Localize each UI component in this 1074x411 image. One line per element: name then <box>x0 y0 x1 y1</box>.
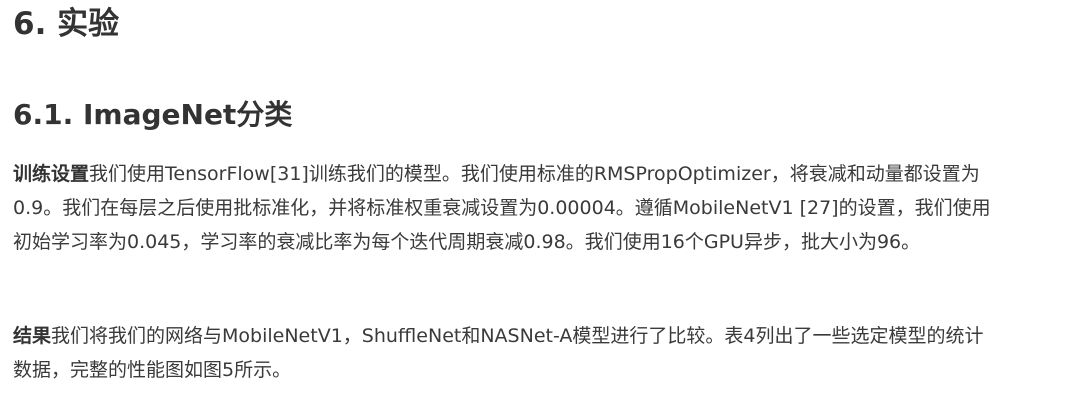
subsection-title: 6.1. ImageNet分类 <box>13 98 293 131</box>
results-paragraph: 结果我们将我们的网络与MobileNetV1，ShuffleNet和NASNet… <box>13 319 1065 387</box>
section-title: 6. 实验 <box>13 6 120 42</box>
training-setup-paragraph: 训练设置我们使用TensorFlow[31]训练我们的模型。我们使用标准的RMS… <box>13 157 1065 259</box>
results-line-1: 结果我们将我们的网络与MobileNetV1，ShuffleNet和NASNet… <box>13 319 1065 353</box>
results-line-2: 数据，完整的性能图如图5所示。 <box>13 359 292 381</box>
results-text-1: 我们将我们的网络与MobileNetV1，ShuffleNet和NASNet-A… <box>51 325 984 347</box>
training-line-2: 0.9。我们在每层之后使用批标准化，并将标准权重衰减设置为0.00004。遵循M… <box>13 197 991 219</box>
training-line-1: 训练设置我们使用TensorFlow[31]训练我们的模型。我们使用标准的RMS… <box>13 157 1065 191</box>
training-line-3: 初始学习率为0.045，学习率的衰减比率为每个迭代周期衰减0.98。我们使用16… <box>13 231 921 253</box>
results-lead: 结果 <box>13 325 52 347</box>
training-text-1: 我们使用TensorFlow[31]训练我们的模型。我们使用标准的RMSProp… <box>89 163 980 185</box>
training-setup-lead: 训练设置 <box>13 163 90 185</box>
